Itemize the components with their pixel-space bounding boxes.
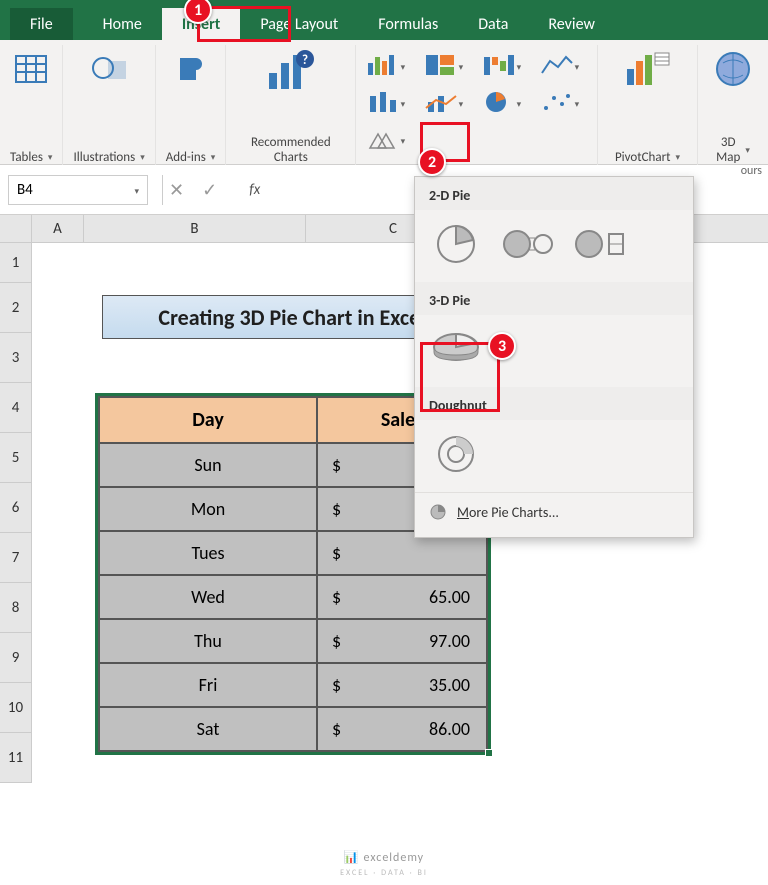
- addins-icon: [171, 49, 211, 89]
- table-row[interactable]: Fri$35.00: [99, 663, 487, 707]
- row-header[interactable]: 4: [0, 383, 32, 433]
- cell-sales[interactable]: $97.00: [317, 619, 487, 663]
- addins-label: Add-ins: [166, 150, 216, 165]
- insert-column-chart[interactable]: [360, 51, 410, 79]
- group-illustrations[interactable]: Illustrations: [63, 45, 155, 165]
- option-pie-of-pie[interactable]: [501, 220, 555, 268]
- option-3d-pie[interactable]: [429, 325, 483, 373]
- tab-home[interactable]: Home: [83, 8, 162, 40]
- callout-3: 3: [488, 332, 516, 360]
- cell-sales[interactable]: $35.00: [317, 663, 487, 707]
- tours-group-label-tail: ours: [741, 164, 762, 178]
- ribbon: Tables Illustrations Add-ins ? Recommend…: [0, 40, 768, 165]
- map-3d-icon: [713, 49, 753, 89]
- row-header[interactable]: 6: [0, 483, 32, 533]
- insert-combo-chart[interactable]: [418, 88, 468, 116]
- name-box[interactable]: B4: [8, 175, 148, 205]
- callout-2: 2: [418, 148, 446, 176]
- recommended-charts-label: Recommended Charts: [251, 135, 331, 165]
- svg-text:?: ?: [302, 53, 308, 68]
- row-header[interactable]: 2: [0, 283, 32, 333]
- watermark: 📊 exceldemyEXCEL · DATA · BI: [0, 850, 768, 879]
- group-addins[interactable]: Add-ins: [156, 45, 227, 165]
- row-header[interactable]: 3: [0, 333, 32, 383]
- row-headers: 1 2 3 4 5 6 7 8 9 10 11: [0, 243, 32, 783]
- illustrations-label: Illustrations: [73, 150, 144, 165]
- table-row[interactable]: Wed$65.00: [99, 575, 487, 619]
- cell-sales[interactable]: $65.00: [317, 575, 487, 619]
- pivotchart-icon: [623, 49, 673, 89]
- section-2d-pie: 2-D Pie: [415, 177, 693, 210]
- row-header[interactable]: 11: [0, 733, 32, 783]
- cell-day[interactable]: Mon: [99, 487, 317, 531]
- row-header[interactable]: 7: [0, 533, 32, 583]
- selection-handle[interactable]: [485, 749, 493, 757]
- section-doughnut: Doughnut: [415, 387, 693, 420]
- section-3d-pie: 3-D Pie: [415, 282, 693, 315]
- option-doughnut[interactable]: [429, 430, 483, 478]
- insert-statistic-chart[interactable]: [360, 88, 410, 116]
- tables-icon: [11, 49, 51, 89]
- row-header[interactable]: 9: [0, 633, 32, 683]
- insert-hierarchy-chart[interactable]: [418, 51, 468, 79]
- tables-label: Tables: [10, 150, 52, 165]
- charts-group: [356, 45, 598, 165]
- cell-day[interactable]: Thu: [99, 619, 317, 663]
- cancel-icon[interactable]: ✕: [169, 179, 184, 201]
- cell-day[interactable]: Tues: [99, 531, 317, 575]
- column-header-A[interactable]: A: [32, 215, 84, 242]
- more-pie-charts[interactable]: MMore Pie Charts...ore Pie Charts...: [415, 492, 693, 531]
- tab-review[interactable]: Review: [528, 8, 615, 40]
- row-header[interactable]: 5: [0, 433, 32, 483]
- name-box-dropdown-icon[interactable]: [131, 181, 139, 199]
- tab-data[interactable]: Data: [458, 8, 528, 40]
- cell-sales[interactable]: $86.00: [317, 707, 487, 751]
- insert-line-chart[interactable]: [534, 51, 584, 79]
- pivotchart-label: PivotChart: [615, 150, 680, 165]
- insert-scatter-chart[interactable]: [534, 88, 584, 116]
- group-pivotchart[interactable]: PivotChart: [598, 45, 698, 165]
- map-3d-label: 3D Map: [716, 135, 750, 165]
- column-header-B[interactable]: B: [84, 215, 306, 242]
- group-3d-map[interactable]: 3D Map: [698, 45, 768, 165]
- insert-pie-chart[interactable]: [476, 88, 526, 116]
- row-header[interactable]: 1: [0, 243, 32, 283]
- tab-formulas[interactable]: Formulas: [358, 8, 458, 40]
- illustrations-icon: [89, 49, 129, 89]
- option-2d-pie[interactable]: [429, 220, 483, 268]
- table-row[interactable]: Sat$86.00: [99, 707, 487, 751]
- group-tables[interactable]: Tables: [0, 45, 63, 165]
- fx-icon[interactable]: fx: [249, 181, 260, 199]
- tab-file[interactable]: File: [10, 8, 73, 40]
- cell-day[interactable]: Sat: [99, 707, 317, 751]
- pie-small-icon: [429, 503, 447, 521]
- table-row[interactable]: Thu$97.00: [99, 619, 487, 663]
- insert-surface-chart[interactable]: [360, 126, 410, 154]
- cell-day[interactable]: Sun: [99, 443, 317, 487]
- insert-waterfall-chart[interactable]: [476, 51, 526, 79]
- pie-chart-dropdown: 2-D Pie 3-D Pie Doughnut MMore Pie Chart…: [414, 176, 694, 538]
- option-bar-of-pie[interactable]: [573, 220, 627, 268]
- group-recommended-charts[interactable]: ? Recommended Charts: [226, 45, 356, 165]
- row-header[interactable]: 8: [0, 583, 32, 633]
- name-box-value: B4: [17, 181, 33, 199]
- row-header[interactable]: 10: [0, 683, 32, 733]
- cell-day[interactable]: Wed: [99, 575, 317, 619]
- enter-icon[interactable]: ✓: [202, 179, 217, 201]
- cell-day[interactable]: Fri: [99, 663, 317, 707]
- recommended-charts-icon: ?: [263, 49, 319, 95]
- ribbon-tabs: File Home Insert Page Layout Formulas Da…: [0, 8, 768, 40]
- select-all-corner[interactable]: [0, 215, 32, 242]
- tab-page-layout[interactable]: Page Layout: [240, 8, 358, 40]
- table-header-day[interactable]: Day: [99, 397, 317, 443]
